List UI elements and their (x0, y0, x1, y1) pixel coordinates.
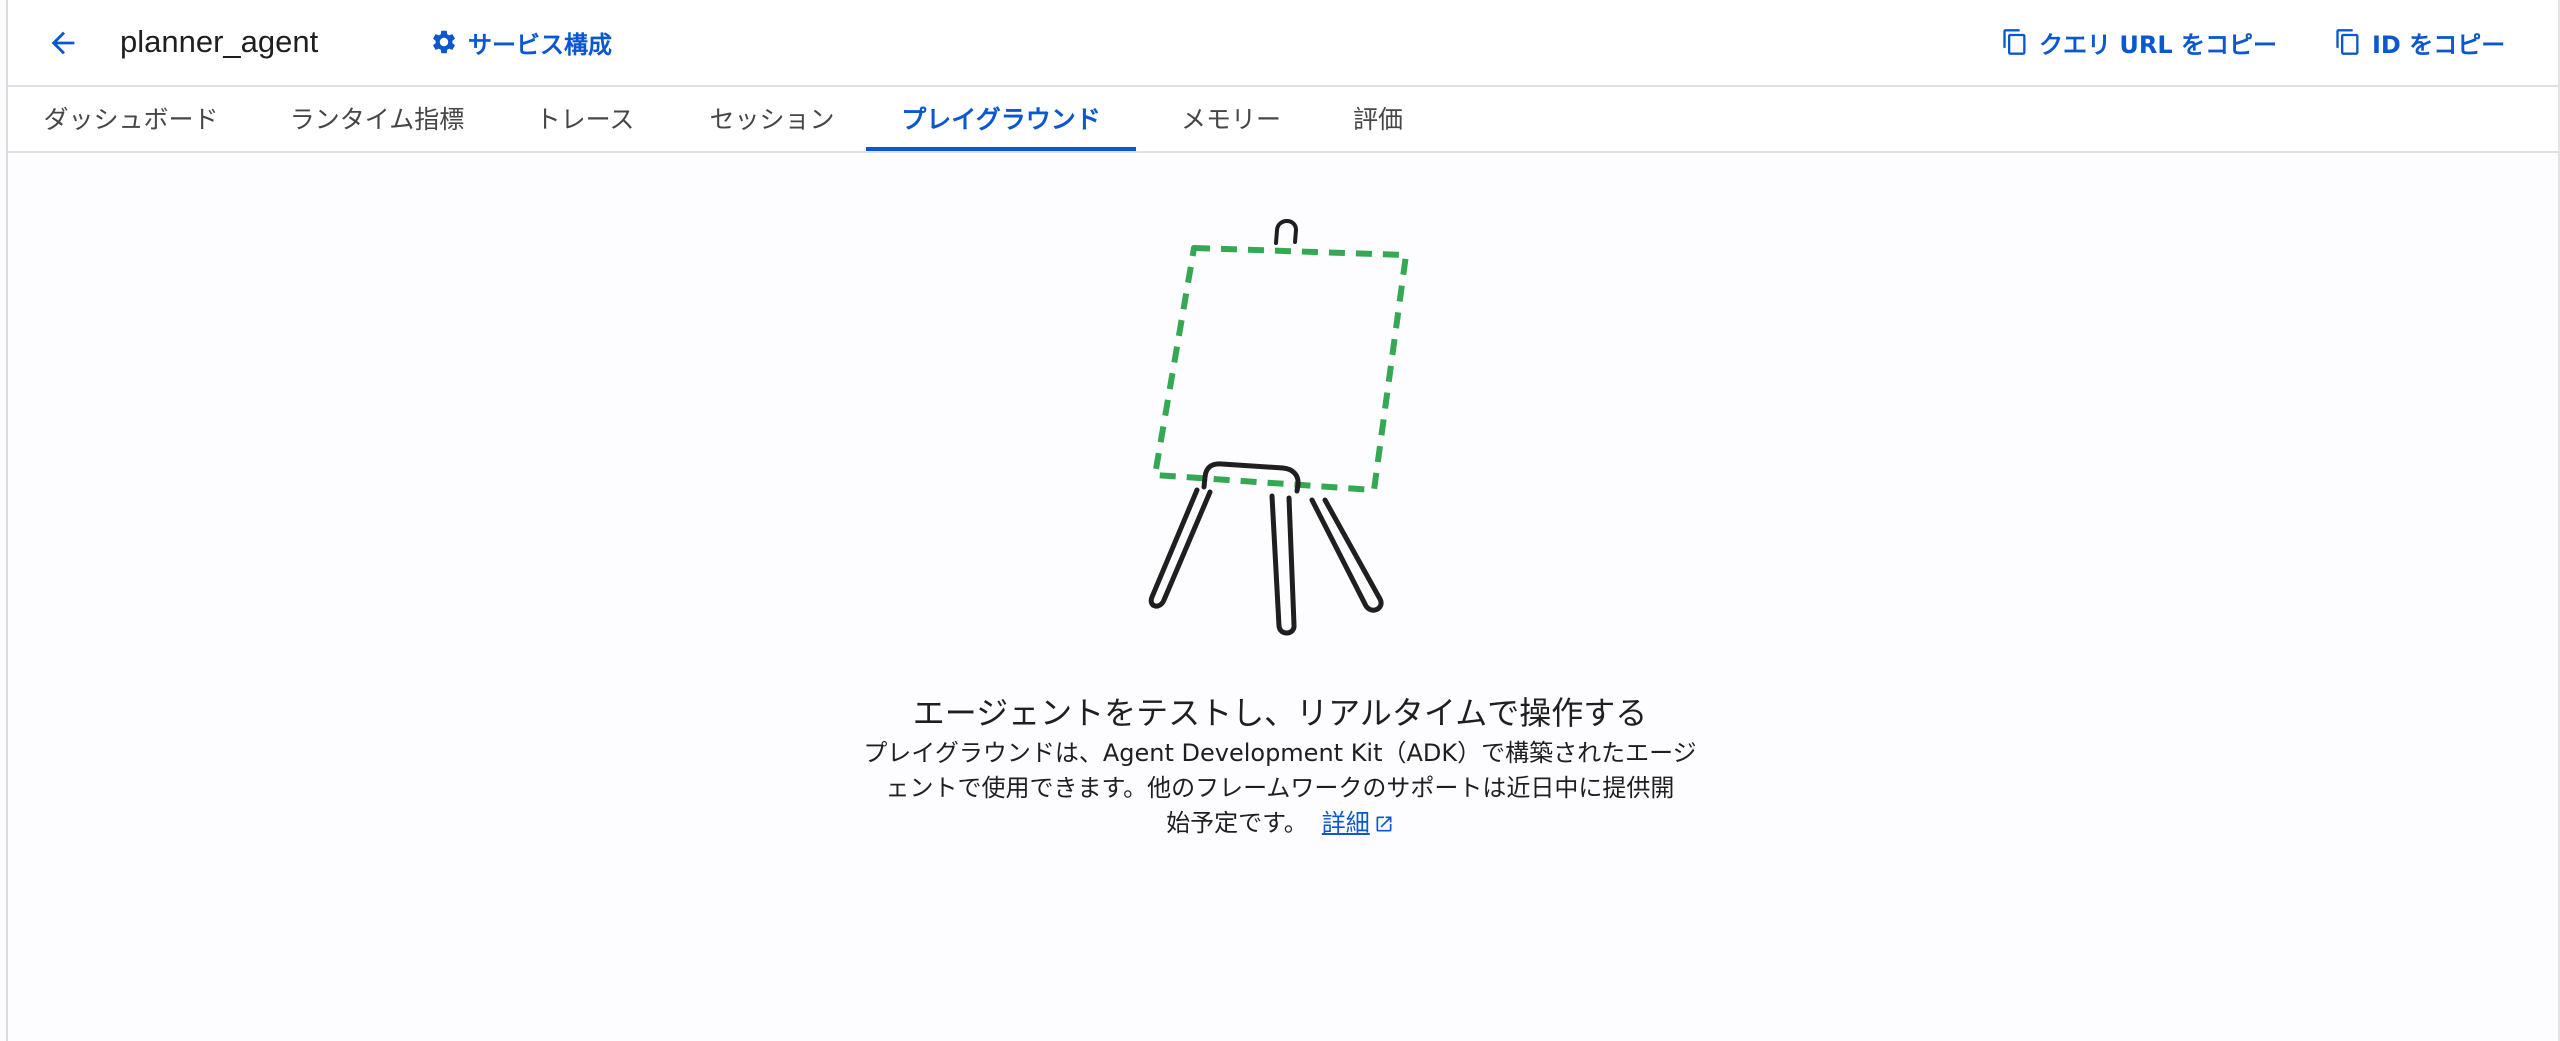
copy-icon (2003, 29, 2026, 55)
tab-playground[interactable]: プレイグラウンド (866, 87, 1136, 151)
tab-memory[interactable]: メモリー (1136, 87, 1326, 149)
back-button[interactable] (38, 18, 88, 68)
app-root: planner_agent サービス構成 クエリ URL をコピー ID をコピ… (0, 0, 2560, 1041)
empty-state-line-3-wrap: 始予定です。 詳細 (860, 806, 1700, 841)
learn-more-link[interactable]: 詳細 (1322, 809, 1394, 837)
learn-more-label: 詳細 (1321, 809, 1370, 837)
copy-id-button[interactable]: ID をコピー (2334, 22, 2505, 62)
copy-query-url-button[interactable]: クエリ URL をコピー (2001, 22, 2277, 62)
service-config-button[interactable]: サービス構成 (430, 22, 612, 62)
empty-state-description: プレイグラウンドは、Agent Development Kit（ADK）で構築さ… (860, 736, 1700, 841)
tab-traces[interactable]: トレース (500, 87, 670, 149)
easel-icon (1148, 219, 1409, 636)
open-in-new-icon (1376, 816, 1392, 832)
empty-state-line-2: ェントで使用できます。他のフレームワークのサポートは近日中に提供開 (885, 774, 1675, 802)
tab-runtime-metrics[interactable]: ランタイム指標 (254, 87, 500, 149)
empty-state-line-3: 始予定です。 (1166, 809, 1308, 837)
gear-icon (433, 30, 455, 54)
tab-evaluation[interactable]: 評価 (1326, 87, 1430, 149)
left-border (6, 0, 8, 1041)
copy-icon (2336, 29, 2359, 55)
service-config-label: サービス構成 (468, 30, 612, 59)
empty-state-line-1: プレイグラウンドは、Agent Development Kit（ADK）で構築さ… (863, 739, 1697, 767)
top-header: planner_agent サービス構成 クエリ URL をコピー ID をコピ… (8, 0, 2558, 87)
page-title: planner_agent (120, 24, 319, 59)
empty-state-title: エージェントをテストし、リアルタイムで操作する (912, 694, 1648, 732)
arrow-back-icon (51, 31, 75, 55)
copy-query-url-label: クエリ URL をコピー (2039, 30, 2277, 59)
tab-bar: ダッシュボード ランタイム指標 トレース セッション プレイグラウンド メモリー… (8, 87, 2558, 153)
tab-sessions[interactable]: セッション (670, 87, 874, 149)
tab-dashboard[interactable]: ダッシュボード (8, 87, 254, 149)
copy-id-label: ID をコピー (2372, 30, 2506, 59)
